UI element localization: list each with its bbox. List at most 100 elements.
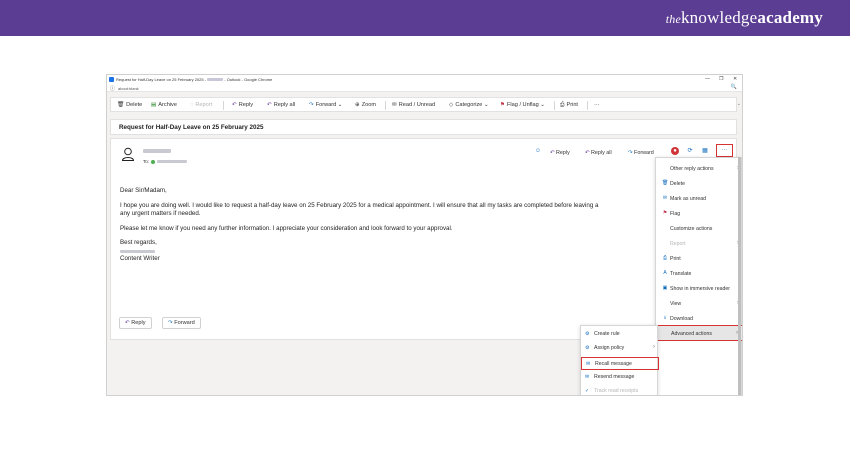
menu-item-label: Advanced actions <box>671 331 712 337</box>
subject-bar: Request for Half-Day Leave on 25 Februar… <box>110 119 737 135</box>
menu-item-assign-policy[interactable]: ⚙ Assign policy › <box>581 342 659 355</box>
archive-button[interactable]: ▤ Archive <box>151 102 177 108</box>
emoji-icon[interactable]: ☺ <box>534 147 542 155</box>
chevron-down-icon: ⌄ <box>540 102 545 108</box>
message-toolbar: 🗑 Delete ▤ Archive ◌ Report ↶ Reply ↶ Reply a… <box>110 97 737 112</box>
menu-item-label: Recall message <box>595 361 632 367</box>
header-forward-button[interactable]: ↷ Forward <box>628 150 654 156</box>
menu-item-track-read-receipts[interactable]: ✓ Track read receipts <box>581 385 659 395</box>
signature-role: Content Writer <box>120 254 160 262</box>
reply-all-button[interactable]: ↶ Reply all <box>267 102 295 108</box>
reply-icon: ↶ <box>232 102 237 108</box>
more-actions-menu: Other reply actions› 🗑Delete ✉Mark as un… <box>655 157 742 395</box>
url-text: about:blank <box>118 86 139 91</box>
trash-icon: 🗑 <box>662 180 669 186</box>
toolbar-divider <box>385 101 386 110</box>
reply-button[interactable]: ↶ Reply <box>232 102 253 108</box>
more-actions-button[interactable]: ··· <box>594 102 600 108</box>
print-button[interactable]: ⎙ Print <box>560 102 578 109</box>
report-button[interactable]: ◌ Report <box>190 102 212 108</box>
footer-reply-button[interactable]: ↶ Reply <box>119 317 152 329</box>
read-unread-label: Read / Unread <box>398 102 436 108</box>
header-reply-label: Reply <box>556 150 570 156</box>
menu-item-view[interactable]: View› <box>656 297 742 311</box>
categorize-label: Categorize <box>455 102 483 108</box>
minimize-button[interactable]: — <box>705 76 710 82</box>
menu-item-download[interactable]: ⭳ Download <box>656 312 742 326</box>
menu-item-label: Track read receipts <box>594 388 639 394</box>
redacted-sender <box>207 78 224 82</box>
chevron-down-icon[interactable]: ⌄ <box>737 101 741 107</box>
categorize-button[interactable]: ◇ Categorize ⌄ <box>449 102 489 108</box>
flag-icon: ⚑ <box>662 210 668 216</box>
printer-icon: ⎙ <box>560 102 565 108</box>
flag-unflag-button[interactable]: ⚑ Flag / Unflag ⌄ <box>500 102 545 108</box>
brand-logo: theknowledgeacademy <box>666 8 823 28</box>
shield-icon: ◌ <box>190 102 194 108</box>
signature: Best regards, Content Writer <box>120 239 680 263</box>
zoom-button[interactable]: ⊕ Zoom <box>355 102 376 108</box>
menu-item-print[interactable]: ⎙ Print <box>656 252 742 266</box>
reply-label: Reply <box>238 102 253 108</box>
header-reply-all-button[interactable]: ↶ Reply all <box>585 150 612 156</box>
menu-item-other-reply-actions[interactable]: Other reply actions› <box>656 162 742 176</box>
toolbar-divider <box>554 101 555 110</box>
header-reply-button[interactable]: ↶ Reply <box>550 150 570 156</box>
brand-the: the <box>665 12 681 26</box>
chevron-down-icon: ⌄ <box>337 102 343 108</box>
menu-item-immersive-reader[interactable]: ▣ Show in immersive reader <box>656 282 742 296</box>
archive-label: Archive <box>158 102 177 108</box>
menu-item-mark-as-unread[interactable]: ✉ Mark as unread <box>656 192 742 206</box>
menu-item-label: Translate <box>670 271 692 277</box>
zoom-icon[interactable]: 🔍 <box>731 84 737 90</box>
window-title: Request for Half-Day Leave on 25 Februar… <box>116 77 272 82</box>
footer-reply-label: Reply <box>131 320 146 326</box>
menu-item-recall-message[interactable]: ✉ Recall message <box>581 357 659 370</box>
check-icon: ✓ <box>585 388 590 394</box>
close-button[interactable]: ✕ <box>733 76 737 82</box>
header-reply-all-label: Reply all <box>591 150 612 156</box>
restore-button[interactable]: ❐ <box>719 76 723 82</box>
resend-icon: ✉ <box>585 374 590 380</box>
outlook-window: Request for Half-Day Leave on 25 Februar… <box>106 74 743 396</box>
reply-all-icon: ↶ <box>585 150 590 156</box>
menu-item-flag[interactable]: ⚑ Flag <box>656 207 742 221</box>
footer-forward-button[interactable]: ↷ Forward <box>162 317 201 329</box>
address-bar[interactable]: ⓘ about:blank 🔍 <box>107 84 742 92</box>
more-actions-icon[interactable]: ··· <box>716 144 733 157</box>
forward-button[interactable]: ↷ Forward ⌄ <box>309 102 342 108</box>
body-paragraph-1: I hope you are doing well. I would like … <box>120 202 680 219</box>
chevron-right-icon: › <box>653 344 655 350</box>
menu-item-resend-message[interactable]: ✉ Resend message <box>581 371 659 384</box>
addin-icon[interactable]: ● <box>671 147 679 155</box>
grid-icon[interactable]: ▦ <box>701 147 709 155</box>
subject-title: Request for Half-Day Leave on 25 Februar… <box>119 124 264 131</box>
zoom-label: Zoom <box>361 102 376 108</box>
menu-item-report[interactable]: Report› <box>656 237 742 251</box>
flag-icon: ⚑ <box>500 102 506 108</box>
menu-item-delete[interactable]: 🗑 Delete <box>656 177 742 191</box>
delete-button[interactable]: 🗑 Delete <box>117 102 142 108</box>
menu-item-create-rule[interactable]: ⚙ Create rule <box>581 328 659 341</box>
report-label: Report <box>195 102 213 108</box>
menu-item-customize-actions[interactable]: Customize actions <box>656 222 742 236</box>
menu-item-label: Resend message <box>594 374 635 380</box>
forward-icon: ↷ <box>628 150 633 156</box>
brand-banner: theknowledgeacademy <box>0 0 850 36</box>
sync-icon[interactable]: ⟳ <box>686 147 694 155</box>
info-icon[interactable]: ⓘ <box>110 85 115 92</box>
printer-icon: ⎙ <box>662 255 667 261</box>
menu-item-label: Assign policy <box>594 345 625 351</box>
menu-item-advanced-actions[interactable]: Advanced actions › <box>656 325 742 341</box>
forward-icon: ↷ <box>168 320 173 326</box>
trash-icon: 🗑 <box>117 102 125 108</box>
download-icon: ⭳ <box>664 315 666 321</box>
recipient-redacted <box>157 160 187 163</box>
menu-item-label: Mark as unread <box>670 196 707 202</box>
toolbar-divider <box>587 101 588 110</box>
recall-icon: ✉ <box>586 361 591 367</box>
read-unread-button[interactable]: ✉ Read / Unread <box>392 102 435 108</box>
zoom-icon: ⊕ <box>355 102 360 108</box>
menu-scrollbar[interactable] <box>738 157 741 395</box>
menu-item-translate[interactable]: A Translate <box>656 267 742 281</box>
